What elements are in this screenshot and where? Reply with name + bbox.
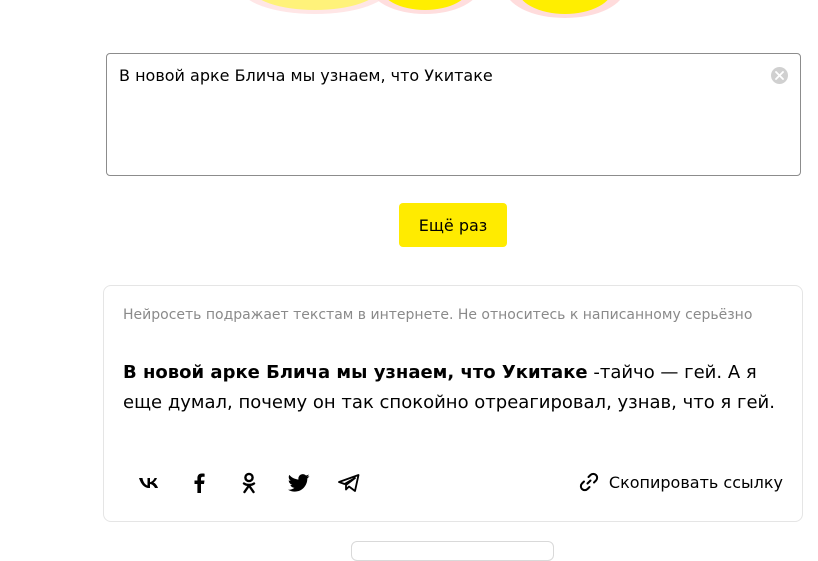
vk-icon[interactable] (134, 468, 164, 498)
again-button[interactable]: Ещё раз (399, 203, 507, 247)
prompt-input[interactable]: В новой арке Блича мы узнаем, что Укитак… (106, 53, 801, 176)
prompt-input-text[interactable]: В новой арке Блича мы узнаем, что Укитак… (119, 66, 760, 86)
telegram-icon[interactable] (334, 468, 364, 498)
generated-text: В новой арке Блича мы узнаем, что Укитак… (123, 358, 783, 418)
header-decoration (0, 0, 818, 20)
result-card: Нейросеть подражает текстам в интернете.… (103, 285, 803, 522)
clear-input-button[interactable] (771, 67, 788, 84)
facebook-icon[interactable] (184, 468, 214, 498)
odnoklassniki-icon[interactable] (234, 468, 264, 498)
link-icon (579, 472, 599, 492)
twitter-icon[interactable] (284, 468, 314, 498)
close-icon (775, 71, 784, 80)
copy-link-button[interactable]: Скопировать ссылку (579, 472, 783, 492)
next-card-edge (351, 541, 554, 561)
share-buttons (134, 468, 384, 498)
copy-link-label: Скопировать ссылку (608, 472, 783, 492)
generated-text-prompt: В новой арке Блича мы узнаем, что Укитак… (123, 362, 588, 383)
disclaimer-text: Нейросеть подражает текстам в интернете.… (123, 307, 753, 323)
